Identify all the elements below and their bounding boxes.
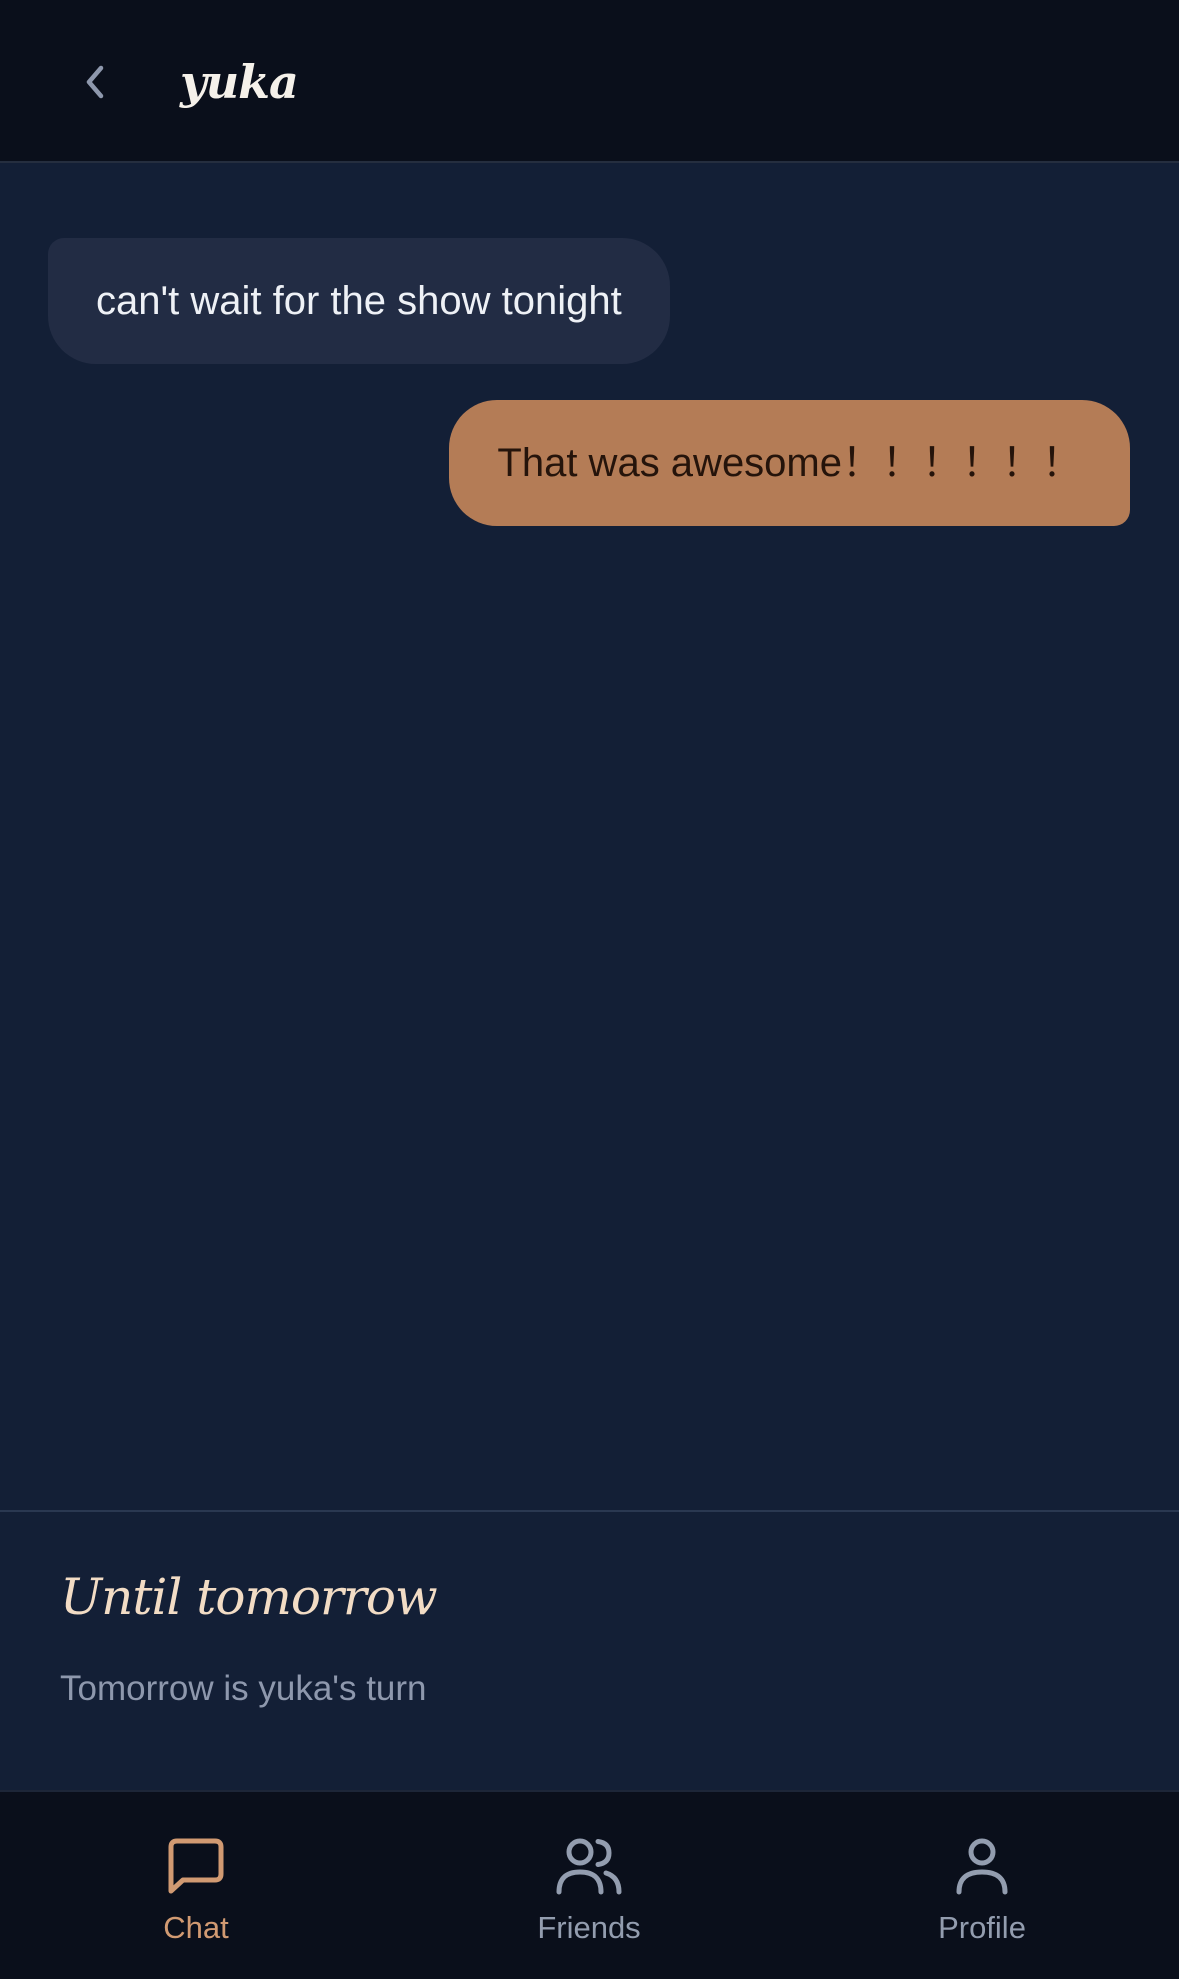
back-button[interactable] <box>62 48 130 116</box>
status-title: Until tomorrow <box>60 1568 438 1626</box>
users-icon <box>556 1838 622 1895</box>
tab-chat[interactable]: Chat <box>46 1792 346 1979</box>
message-incoming: can't wait for the show tonight <box>48 238 670 364</box>
status-subtitle: Tomorrow is yuka's turn <box>60 1669 427 1708</box>
message-list: can't wait for the show tonight That was… <box>0 163 1179 1510</box>
user-icon <box>956 1838 1008 1895</box>
tab-profile[interactable]: Profile <box>832 1792 1132 1979</box>
chat-bubble-icon <box>168 1838 224 1894</box>
chevron-left-icon <box>86 65 104 99</box>
message-outgoing: That was awesome！！！！！！ <box>449 400 1130 526</box>
turn-status-panel: Until tomorrow Tomorrow is yuka's turn <box>0 1512 1179 1790</box>
chat-header: yuka <box>0 0 1179 163</box>
tab-label-friends: Friends <box>537 1910 641 1945</box>
tab-friends[interactable]: Friends <box>439 1792 739 1979</box>
page-title: yuka <box>180 55 299 109</box>
bottom-tab-bar: Chat Friends Profile <box>0 1790 1179 1979</box>
tab-label-profile: Profile <box>938 1910 1026 1945</box>
tab-label-chat: Chat <box>163 1910 229 1945</box>
